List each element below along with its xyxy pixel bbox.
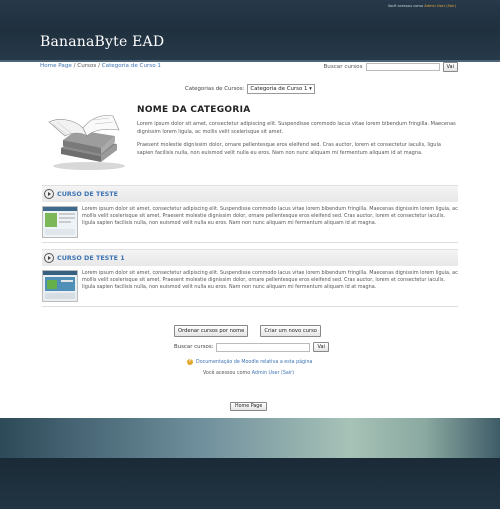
category-select-label: Categorias de Cursos: <box>185 86 245 92</box>
top-search-button[interactable]: Vai <box>442 62 458 72</box>
breadcrumb: Home Page / Cursos / Categoria de Curso … <box>40 63 161 69</box>
play-arrow-icon[interactable] <box>44 253 54 263</box>
category-description-2: Praesent molestie dignissim dolor, ornar… <box>137 142 441 156</box>
course-header: CURSO DE TESTE 1 <box>42 249 458 266</box>
logged-user-link[interactable]: Admin User <box>252 371 280 376</box>
bottom-search-label: Buscar cursos: <box>174 344 214 350</box>
breadcrumb-home[interactable]: Home Page <box>40 63 72 69</box>
category-select-value: Categoria de Curso 1 <box>250 86 308 92</box>
navbar: Home Page / Cursos / Categoria de Curso … <box>40 62 458 73</box>
moodle-docs-label: Documentação de Moodle relativa a esta p… <box>196 359 313 365</box>
sort-courses-button[interactable]: Ordenar cursos por nome <box>174 325 249 337</box>
play-arrow-icon[interactable] <box>44 189 54 199</box>
logged-in-info: Você acessou como Admin User (Sair) <box>203 371 294 376</box>
course-header: CURSO DE TESTE <box>42 185 458 202</box>
site-logo[interactable]: BananaByte EAD <box>40 34 164 50</box>
help-icon: ? <box>187 359 193 365</box>
category-description-1: Lorem ipsum dolor sit amet, consectetur … <box>137 121 456 135</box>
divider <box>42 242 458 243</box>
site-header: Você acessou como Admin User (Sair) Bana… <box>0 0 500 62</box>
course-body: Lorem ipsum dolor sit amet, consectetur … <box>42 206 458 238</box>
top-search-input[interactable] <box>365 63 440 71</box>
home-button-wrap: Home Page <box>230 392 268 411</box>
logout-link[interactable]: (Sair) <box>446 4 456 8</box>
course-summary: Lorem ipsum dolor sit amet, consectetur … <box>82 270 458 291</box>
home-button[interactable]: Home Page <box>230 402 268 411</box>
login-text: Você acessou como <box>387 4 424 8</box>
category-select[interactable]: Categoria de Curso 1 ▾ <box>247 84 315 94</box>
top-search-label: Buscar cursos <box>323 64 363 70</box>
bottom-search: Buscar cursos: Vai <box>174 342 329 352</box>
course-item: CURSO DE TESTE Lorem ipsum dolor sit ame… <box>42 185 458 243</box>
login-user-link[interactable]: Admin User <box>424 4 445 8</box>
bottom-search-button[interactable]: Vai <box>313 342 329 352</box>
moodle-docs-link[interactable]: ? Documentação de Moodle relativa a esta… <box>187 359 312 365</box>
course-title-link[interactable]: CURSO DE TESTE 1 <box>57 254 125 262</box>
site-footer <box>0 418 500 509</box>
course-item: CURSO DE TESTE 1 Lorem ipsum dolor sit a… <box>42 249 458 307</box>
bottom-search-input[interactable] <box>216 342 311 352</box>
divider <box>42 306 458 307</box>
course-thumbnail[interactable] <box>42 270 78 302</box>
breadcrumb-cursos[interactable]: Cursos <box>77 63 96 69</box>
footer-band <box>0 458 500 509</box>
login-info: Você acessou como Admin User (Sair) <box>388 4 456 8</box>
course-actions: Ordenar cursos por nome Criar um novo cu… <box>174 325 321 337</box>
category-info: NOME DA CATEGORIA Lorem ipsum dolor sit … <box>137 105 457 163</box>
course-thumbnail[interactable] <box>42 206 78 238</box>
course-body: Lorem ipsum dolor sit amet, consectetur … <box>42 270 458 302</box>
create-course-button[interactable]: Criar um novo curso <box>260 325 321 337</box>
course-title-link[interactable]: CURSO DE TESTE <box>57 190 118 198</box>
breadcrumb-categoria[interactable]: Categoria de Curso 1 <box>102 63 161 69</box>
top-search: Buscar cursos Vai <box>323 62 458 72</box>
logged-logout-link[interactable]: (Sair) <box>281 371 294 376</box>
book-stack-image <box>48 115 125 170</box>
category-title: NOME DA CATEGORIA <box>137 105 251 115</box>
category-selector: Categorias de Cursos: Categoria de Curso… <box>185 84 315 94</box>
logged-in-text: Você acessou como <box>203 371 251 376</box>
course-summary: Lorem ipsum dolor sit amet, consectetur … <box>82 206 458 227</box>
